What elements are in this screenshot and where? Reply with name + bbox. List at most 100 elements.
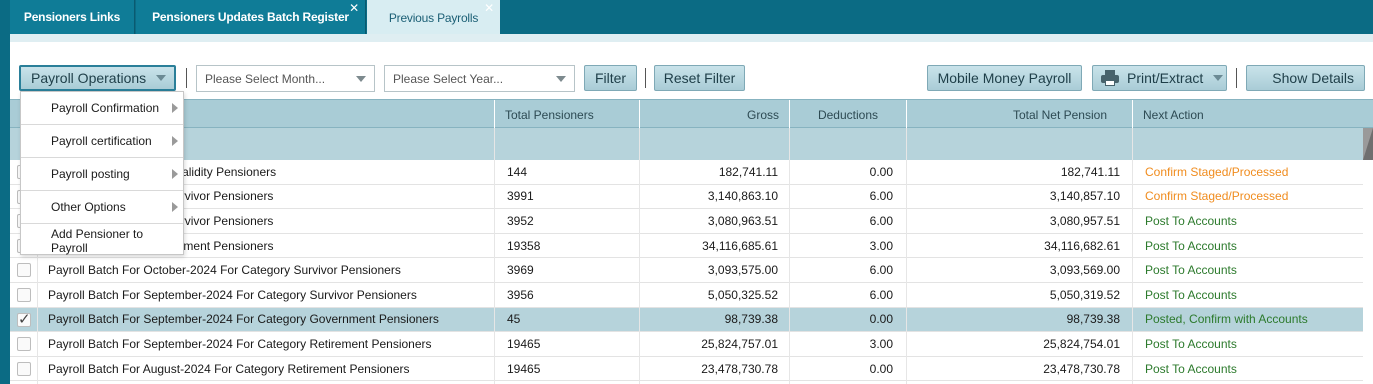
total-net-pension-cell: 5,050,319.52: [1049, 287, 1120, 302]
deductions-cell: 0.00: [869, 361, 893, 376]
gross-cell: 3,080,963.51: [707, 213, 778, 228]
row-checkbox[interactable]: [17, 361, 31, 376]
deductions-cell: 6.00: [869, 287, 893, 302]
next-action-cell[interactable]: Post To Accounts: [1145, 283, 1365, 307]
next-action-cell[interactable]: Post To Accounts: [1145, 209, 1365, 233]
reset-filter-button[interactable]: Reset Filter: [654, 65, 745, 91]
year-select-placeholder: Please Select Year...: [393, 71, 504, 86]
month-select[interactable]: Please Select Month...: [196, 65, 375, 92]
header-label: Total Net Pension: [1012, 107, 1107, 122]
chevron-right-icon: [172, 169, 178, 179]
row-checkbox[interactable]: [17, 310, 31, 328]
batch-name-cell: Payroll Batch For September-2024 For Cat…: [48, 312, 439, 327]
table-row[interactable]: Payroll Batch For September-2024 For Cat…: [10, 283, 1363, 308]
column-divider: [906, 128, 907, 384]
menu-item-label: Payroll posting: [51, 167, 130, 181]
chevron-down-icon: [356, 76, 366, 82]
payroll-operations-button[interactable]: Payroll Operations: [19, 65, 176, 91]
table-row[interactable]: er-2024 For Category Invalidity Pensione…: [10, 160, 1363, 185]
total-net-pension-cell: 23,478,730.78: [1043, 361, 1120, 376]
row-checkbox[interactable]: [17, 288, 31, 302]
table-header: Total Pensioners Gross Deductions Total …: [10, 99, 1373, 129]
deductions-cell: 3.00: [869, 238, 893, 253]
total-pensioners-cell: 19465: [507, 336, 541, 351]
tab-previous-payrolls[interactable]: Previous Payrolls ✕: [367, 0, 500, 36]
gross-cell: 3,093,575.00: [707, 263, 778, 278]
next-action-cell[interactable]: Post To Accounts: [1145, 357, 1365, 381]
close-icon[interactable]: ✕: [349, 2, 359, 14]
group-header-row: [10, 128, 1363, 160]
gross-cell: 5,050,325.52: [707, 287, 778, 302]
next-action-cell[interactable]: Posted, Confirm with Accounts: [1145, 308, 1365, 332]
toolbar-separator: [1236, 68, 1237, 88]
total-pensioners-cell: 19465: [507, 361, 541, 376]
deductions-cell: 6.00: [869, 263, 893, 278]
mobile-money-label: Mobile Money Payroll: [937, 70, 1072, 86]
header-label: Deductions: [817, 107, 879, 122]
printer-icon: [1101, 70, 1119, 86]
mobile-money-payroll-button[interactable]: Mobile Money Payroll: [927, 65, 1082, 91]
deductions-cell: 0.00: [869, 312, 893, 327]
column-header-deductions[interactable]: Deductions: [789, 100, 906, 129]
tab-label: Previous Payrolls: [388, 11, 479, 25]
total-net-pension-cell: 3,093,569.00: [1049, 263, 1120, 278]
reset-filter-label: Reset Filter: [663, 70, 736, 86]
table-row[interactable]: er-2024 For Category Survivor Pensioners…: [10, 209, 1363, 234]
batch-name-cell: Payroll Batch For September-2024 For Cat…: [48, 287, 417, 302]
table-row[interactable]: Payroll Batch For October-2024 For Categ…: [10, 258, 1363, 283]
column-header-total-net-pension[interactable]: Total Net Pension: [906, 100, 1132, 129]
gross-cell: 3,140,863.10: [707, 189, 778, 204]
chevron-down-icon: [556, 76, 566, 82]
table-row[interactable]: Payroll Batch For September-2024 For Cat…: [10, 332, 1363, 357]
menu-item-payroll-confirmation[interactable]: Payroll Confirmation: [21, 92, 183, 125]
table-row[interactable]: Payroll Batch For September-2024 For Cat…: [10, 307, 1365, 333]
next-action-cell[interactable]: Post To Accounts: [1145, 258, 1365, 282]
deductions-cell: 0.00: [869, 164, 893, 179]
column-header-total-pensioners[interactable]: Total Pensioners: [494, 100, 639, 129]
total-net-pension-cell: 25,824,754.01: [1043, 336, 1120, 351]
print-extract-button[interactable]: Print/Extract: [1092, 65, 1227, 91]
header-label: Next Action: [1143, 107, 1204, 122]
row-checkbox[interactable]: [17, 263, 31, 278]
row-checkbox[interactable]: [17, 337, 31, 352]
next-action-cell[interactable]: Confirm Staged/Processed: [1145, 160, 1365, 184]
filter-label: Filter: [594, 70, 627, 86]
column-header-next-action[interactable]: Next Action: [1132, 100, 1373, 129]
year-select[interactable]: Please Select Year...: [384, 65, 575, 92]
scrollbar[interactable]: [1363, 128, 1373, 160]
batch-name-cell: Payroll Batch For August-2024 For Catego…: [48, 361, 410, 376]
table-row[interactable]: 2024 For Category Retirement Pensioners1…: [10, 233, 1365, 259]
menu-item-add-pensioner-to-payroll[interactable]: Add Pensioner to Payroll: [21, 224, 183, 257]
header-label: Total Pensioners: [505, 107, 594, 122]
table-row[interactable]: er-2024 For Category Survivor Pensioners…: [10, 184, 1365, 210]
close-icon[interactable]: ✕: [484, 2, 494, 14]
payroll-operations-label: Payroll Operations: [31, 70, 147, 86]
total-net-pension-cell: 34,116,682.61: [1044, 238, 1120, 253]
total-net-pension-cell: 98,739.38: [1066, 312, 1120, 327]
batch-name-cell: Payroll Batch For October-2024 For Categ…: [48, 263, 401, 278]
column-header-gross[interactable]: Gross: [639, 100, 789, 129]
tab-pensioners-updates-batch-register[interactable]: Pensioners Updates Batch Register ✕: [136, 0, 366, 34]
next-action-cell[interactable]: Post To Accounts: [1145, 332, 1365, 356]
chevron-right-icon: [172, 202, 178, 212]
next-action-cell[interactable]: Post To Accounts: [1145, 234, 1365, 258]
tab-label: Pensioners Updates Batch Register: [152, 10, 349, 24]
total-pensioners-cell: 45: [507, 312, 521, 327]
column-divider: [789, 128, 790, 384]
chevron-down-icon: [156, 75, 167, 81]
menu-item-label: Other Options: [51, 200, 126, 214]
show-details-button[interactable]: Show Details: [1246, 65, 1365, 91]
menu-item-payroll-posting[interactable]: Payroll posting: [21, 158, 183, 191]
filter-button[interactable]: Filter: [584, 65, 637, 91]
total-net-pension-cell: 3,080,957.51: [1049, 213, 1120, 228]
table-row[interactable]: Payroll Batch For August-2024 For Catego…: [10, 356, 1365, 382]
tab-pensioners-links[interactable]: Pensioners Links: [10, 0, 135, 34]
menu-item-label: Add Pensioner to Payroll: [51, 226, 144, 255]
gross-cell: 34,116,685.61: [702, 238, 778, 253]
menu-item-other-options[interactable]: Other Options: [21, 191, 183, 224]
menu-item-payroll-certification[interactable]: Payroll certification: [21, 125, 183, 158]
deductions-cell: 6.00: [869, 189, 893, 204]
next-action-cell[interactable]: Confirm Staged/Processed: [1145, 185, 1365, 209]
gross-cell: 23,478,730.78: [701, 361, 778, 376]
deductions-cell: 3.00: [869, 336, 893, 351]
